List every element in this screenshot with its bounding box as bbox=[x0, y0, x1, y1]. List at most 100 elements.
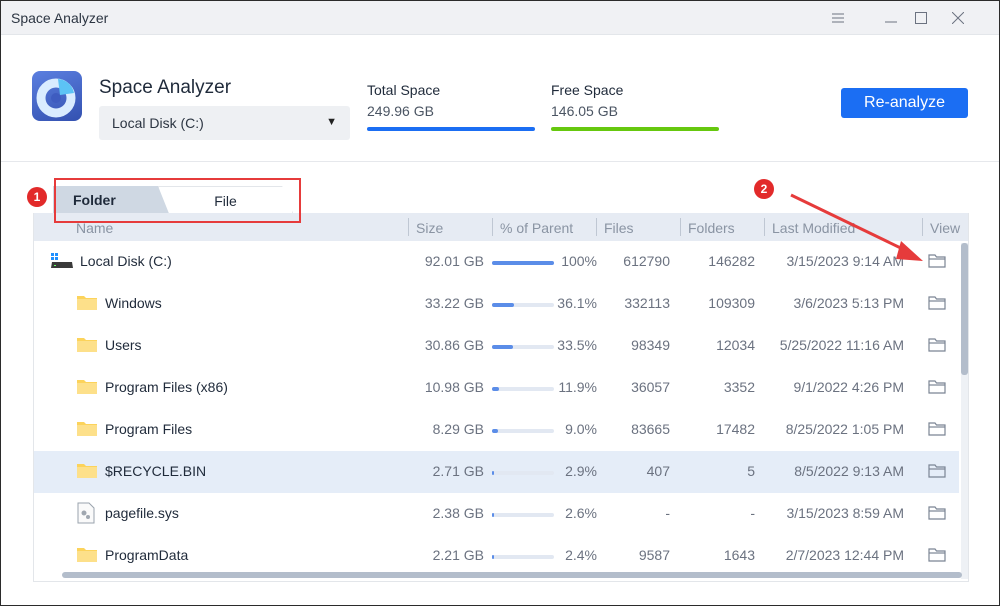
row-files: - bbox=[665, 505, 670, 521]
percent-bar-fill bbox=[492, 555, 494, 559]
percent-bar-fill bbox=[492, 303, 515, 307]
title-bar: Space Analyzer bbox=[1, 1, 999, 35]
app-window: Space Analyzer Space Analyzer Local Disk… bbox=[0, 0, 1000, 606]
vertical-scrollbar[interactable] bbox=[961, 243, 968, 579]
percent-bar bbox=[492, 555, 554, 559]
row-last-modified: 8/25/2022 1:05 PM bbox=[785, 421, 904, 437]
open-folder-icon[interactable] bbox=[928, 422, 946, 441]
row-size: 10.98 GB bbox=[424, 379, 484, 395]
open-folder-icon[interactable] bbox=[928, 380, 946, 399]
annotation-badge-2: 2 bbox=[754, 179, 774, 199]
percent-bar bbox=[492, 387, 554, 391]
percent-bar bbox=[492, 471, 554, 475]
row-size: 33.22 GB bbox=[424, 295, 484, 311]
row-percent: 100% bbox=[561, 253, 597, 269]
row-last-modified: 2/7/2023 12:44 PM bbox=[785, 547, 904, 563]
percent-bar bbox=[492, 261, 554, 265]
row-folders: 12034 bbox=[716, 337, 755, 353]
row-name: ProgramData bbox=[105, 547, 189, 563]
row-name: pagefile.sys bbox=[105, 505, 179, 521]
percent-bar-fill bbox=[492, 513, 494, 517]
row-percent: 33.5% bbox=[557, 337, 597, 353]
open-folder-icon[interactable] bbox=[928, 254, 946, 273]
close-button[interactable] bbox=[943, 7, 973, 29]
table-row[interactable]: pagefile.sys 2.38 GB 2.6% - - 3/15/2023 8:59 … bbox=[34, 493, 959, 535]
folder-icon bbox=[76, 336, 98, 353]
row-last-modified: 3/15/2023 8:59 AM bbox=[786, 505, 904, 521]
row-last-modified: 3/15/2023 9:14 AM bbox=[786, 253, 904, 269]
row-percent: 9.0% bbox=[565, 421, 597, 437]
total-space-value: 249.96 GB bbox=[367, 103, 434, 119]
percent-bar-fill bbox=[492, 471, 494, 475]
row-last-modified: 3/6/2023 5:13 PM bbox=[793, 295, 904, 311]
maximize-button[interactable] bbox=[906, 7, 936, 29]
row-folders: 17482 bbox=[716, 421, 755, 437]
row-files: 9587 bbox=[638, 547, 670, 563]
open-folder-icon[interactable] bbox=[928, 338, 946, 357]
row-files: 83665 bbox=[631, 421, 670, 437]
col-percent[interactable]: % of Parent bbox=[491, 218, 573, 236]
minimize-button[interactable] bbox=[876, 7, 906, 29]
col-last-modified[interactable]: Last Modified bbox=[763, 218, 855, 236]
row-name: Windows bbox=[105, 295, 162, 311]
row-last-modified: 5/25/2022 11:16 AM bbox=[779, 337, 904, 353]
app-logo bbox=[32, 71, 82, 121]
percent-bar-fill bbox=[492, 261, 554, 265]
total-space-bar bbox=[367, 127, 535, 131]
table-row[interactable]: Local Disk (C:) 92.01 GB 100% 612790 146282 3… bbox=[34, 241, 959, 283]
row-folders: 3352 bbox=[723, 379, 755, 395]
reanalyze-button[interactable]: Re-analyze bbox=[841, 88, 968, 118]
row-folders: 146282 bbox=[708, 253, 755, 269]
table-row[interactable]: Program Files (x86) 10.98 GB 11.9% 36057 335… bbox=[34, 367, 959, 409]
system-file-icon bbox=[76, 502, 98, 524]
open-folder-icon[interactable] bbox=[928, 464, 946, 483]
row-size: 30.86 GB bbox=[424, 337, 484, 353]
minimize-icon bbox=[885, 21, 897, 23]
row-folders: 109309 bbox=[708, 295, 755, 311]
col-size[interactable]: Size bbox=[407, 218, 443, 236]
pie-chart-icon bbox=[36, 78, 76, 118]
row-last-modified: 9/1/2022 4:26 PM bbox=[793, 379, 904, 395]
disk-select-value: Local Disk (C:) bbox=[112, 115, 204, 131]
folder-icon bbox=[76, 462, 98, 479]
menu-button[interactable] bbox=[823, 7, 853, 29]
row-files: 612790 bbox=[623, 253, 670, 269]
window-title: Space Analyzer bbox=[11, 10, 109, 26]
table-row[interactable]: $RECYCLE.BIN 2.71 GB 2.9% 407 5 8/5/2022 9:13… bbox=[34, 451, 959, 493]
folder-icon bbox=[76, 420, 98, 437]
row-name: Program Files (x86) bbox=[105, 379, 228, 395]
row-files: 36057 bbox=[631, 379, 670, 395]
horizontal-scrollbar[interactable] bbox=[62, 572, 962, 578]
folder-table: Name Size % of Parent Files Folders Last… bbox=[33, 213, 969, 582]
caret-down-icon: ▼ bbox=[326, 116, 337, 128]
app-name: Space Analyzer bbox=[99, 77, 232, 98]
table-row[interactable]: ProgramData 2.21 GB 2.4% 9587 1643 2/7/2023 1… bbox=[34, 535, 959, 577]
percent-bar bbox=[492, 513, 554, 517]
free-space-stat: Free Space 146.05 GB bbox=[551, 82, 719, 131]
row-name: $RECYCLE.BIN bbox=[105, 463, 207, 479]
row-size: 2.71 GB bbox=[432, 463, 484, 479]
folder-icon bbox=[76, 546, 98, 563]
table-row[interactable]: Windows 33.22 GB 36.1% 332113 109309 3/6/2023… bbox=[34, 283, 959, 325]
table-row[interactable]: Users 30.86 GB 33.5% 98349 12034 5/25/2022 11… bbox=[34, 325, 959, 367]
row-last-modified: 8/5/2022 9:13 AM bbox=[794, 463, 904, 479]
total-space-stat: Total Space 249.96 GB bbox=[367, 82, 535, 131]
row-percent: 36.1% bbox=[557, 295, 597, 311]
percent-bar bbox=[492, 429, 554, 433]
open-folder-icon[interactable] bbox=[928, 506, 946, 525]
row-size: 2.38 GB bbox=[432, 505, 484, 521]
row-size: 2.21 GB bbox=[432, 547, 484, 563]
percent-bar-fill bbox=[492, 345, 513, 349]
disk-select[interactable]: Local Disk (C:) ▼ bbox=[99, 106, 350, 140]
row-name: Program Files bbox=[105, 421, 193, 437]
row-percent: 2.6% bbox=[565, 505, 597, 521]
open-folder-icon[interactable] bbox=[928, 548, 946, 567]
vertical-scroll-thumb[interactable] bbox=[961, 243, 968, 375]
table-row[interactable]: Program Files 8.29 GB 9.0% 83665 17482 8/25/2… bbox=[34, 409, 959, 451]
tabs-highlight-frame bbox=[54, 178, 301, 223]
col-files[interactable]: Files bbox=[596, 218, 634, 236]
col-folders[interactable]: Folders bbox=[680, 218, 735, 236]
open-folder-icon[interactable] bbox=[928, 296, 946, 315]
row-files: 332113 bbox=[624, 295, 670, 311]
percent-bar bbox=[492, 303, 554, 307]
